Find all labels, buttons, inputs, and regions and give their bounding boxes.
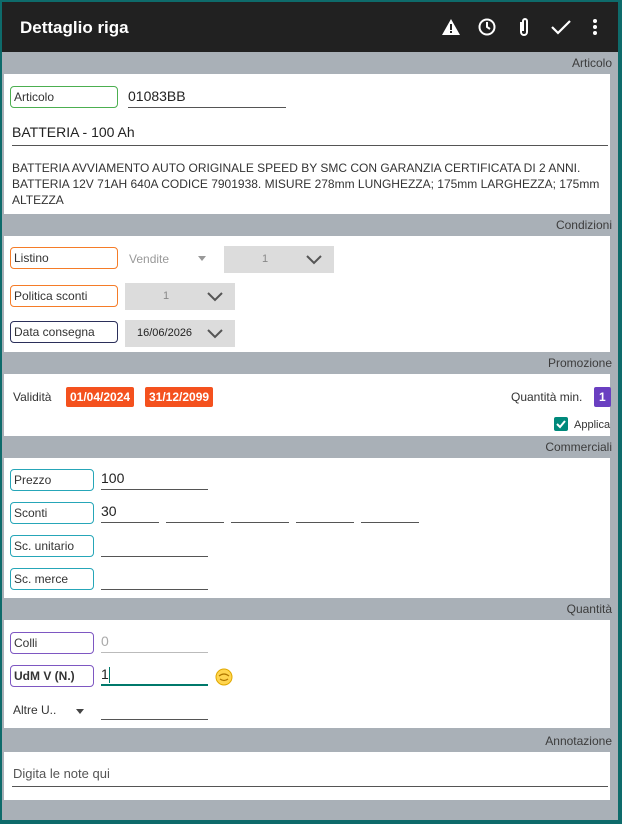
politica-sconti-dropdown[interactable]: 1	[125, 283, 235, 310]
app-bar: Dettaglio riga	[2, 2, 618, 52]
prezzo-label: Prezzo	[10, 469, 94, 491]
annotazione-panel: Digita le note qui	[4, 752, 610, 800]
caret-down-icon	[198, 256, 206, 261]
data-consegna-value: 16/06/2026	[137, 327, 193, 339]
articolo-code-field[interactable]: 01083BB	[128, 86, 286, 108]
sc-unitario-field[interactable]	[101, 535, 208, 557]
chevron-down-icon	[207, 329, 223, 339]
validita-date-from-badge: 01/04/2024	[66, 387, 135, 407]
caret-down-icon	[76, 709, 84, 714]
articolo-panel: Articolo 01083BB BATTERIA - 100 Ah BATTE…	[4, 74, 610, 214]
validita-date-to-badge: 31/12/2099	[145, 387, 214, 407]
sconto-field-1[interactable]: 30	[101, 501, 159, 523]
note-placeholder: Digita le note qui	[13, 766, 110, 781]
sc-merce-label: Sc. merce	[10, 568, 94, 590]
articolo-label: Articolo	[10, 86, 118, 108]
section-header-commerciali: Commerciali	[2, 436, 618, 458]
colli-label: Colli	[10, 632, 94, 654]
sconto-field-3[interactable]	[231, 501, 289, 523]
listino-number-value: 1	[262, 253, 269, 265]
politica-sconti-label: Politica sconti	[10, 285, 118, 307]
note-input[interactable]: Digita le note qui	[12, 764, 608, 787]
prezzo-field[interactable]: 100	[101, 468, 208, 490]
section-header-promozione: Promozione	[2, 352, 618, 374]
applica-label: Applica	[574, 419, 611, 431]
chevron-down-icon	[306, 255, 322, 265]
sc-merce-field[interactable]	[101, 568, 208, 590]
attachment-icon[interactable]	[513, 16, 535, 38]
data-consegna-dropdown[interactable]: 16/06/2026	[125, 320, 235, 347]
page-title: Dettaglio riga	[20, 18, 129, 37]
validita-label: Validità	[13, 390, 52, 404]
quantita-min-label: Quantità min.	[511, 390, 583, 404]
articolo-description: BATTERIA AVVIAMENTO AUTO ORIGINALE SPEED…	[12, 161, 600, 207]
altre-udm-select[interactable]: Altre U..	[10, 700, 94, 720]
promozione-panel: Validità 01/04/2024 31/12/2099 Quantità …	[4, 374, 611, 436]
commerciali-panel: Prezzo 100 Sconti 30 Sc. unitario Sc. me…	[4, 458, 610, 598]
quantita-panel: Colli 0 UdM V (N.) 1 Altre U..	[4, 620, 610, 728]
politica-sconti-value: 1	[163, 290, 170, 302]
sc-unitario-label: Sc. unitario	[10, 535, 94, 557]
more-menu-icon[interactable]	[584, 16, 606, 38]
listino-select[interactable]: Vendite	[126, 250, 216, 270]
listino-select-value: Vendite	[129, 252, 170, 266]
udm-v-field[interactable]: 1	[101, 664, 208, 686]
colli-field[interactable]: 0	[101, 631, 208, 653]
udm-v-label: UdM V (N.)	[10, 665, 94, 687]
section-header-condizioni: Condizioni	[2, 214, 618, 236]
altre-udm-field[interactable]	[101, 698, 208, 720]
emoji-face-icon[interactable]	[215, 668, 233, 686]
sconto-field-4[interactable]	[296, 501, 354, 523]
section-header-articolo: Articolo	[2, 52, 618, 74]
udm-v-value: 1	[101, 666, 109, 682]
listino-label: Listino	[10, 247, 118, 269]
data-consegna-label: Data consegna	[10, 321, 118, 343]
applica-checkbox[interactable]	[554, 417, 568, 431]
chevron-down-icon	[207, 292, 223, 302]
history-clock-icon[interactable]	[476, 16, 498, 38]
app-window: Dettaglio riga Articolo Articolo 01083BB…	[2, 2, 618, 820]
listino-number-dropdown[interactable]: 1	[224, 246, 334, 273]
check-icon	[556, 420, 566, 429]
sconto-field-2[interactable]	[166, 501, 224, 523]
sconti-label: Sconti	[10, 502, 94, 524]
altre-udm-label: Altre U..	[13, 703, 57, 717]
warning-icon[interactable]	[440, 16, 462, 38]
text-cursor	[108, 667, 110, 684]
confirm-check-icon[interactable]	[550, 16, 572, 38]
articolo-name-field[interactable]: BATTERIA - 100 Ah	[12, 122, 608, 146]
quantita-min-badge: 1	[594, 387, 611, 407]
section-header-quantita: Quantità	[2, 598, 618, 620]
section-header-annotazione: Annotazione	[2, 730, 618, 752]
sconto-field-5[interactable]	[361, 501, 419, 523]
condizioni-panel: Listino Vendite 1 Politica sconti 1 Data…	[4, 236, 610, 352]
